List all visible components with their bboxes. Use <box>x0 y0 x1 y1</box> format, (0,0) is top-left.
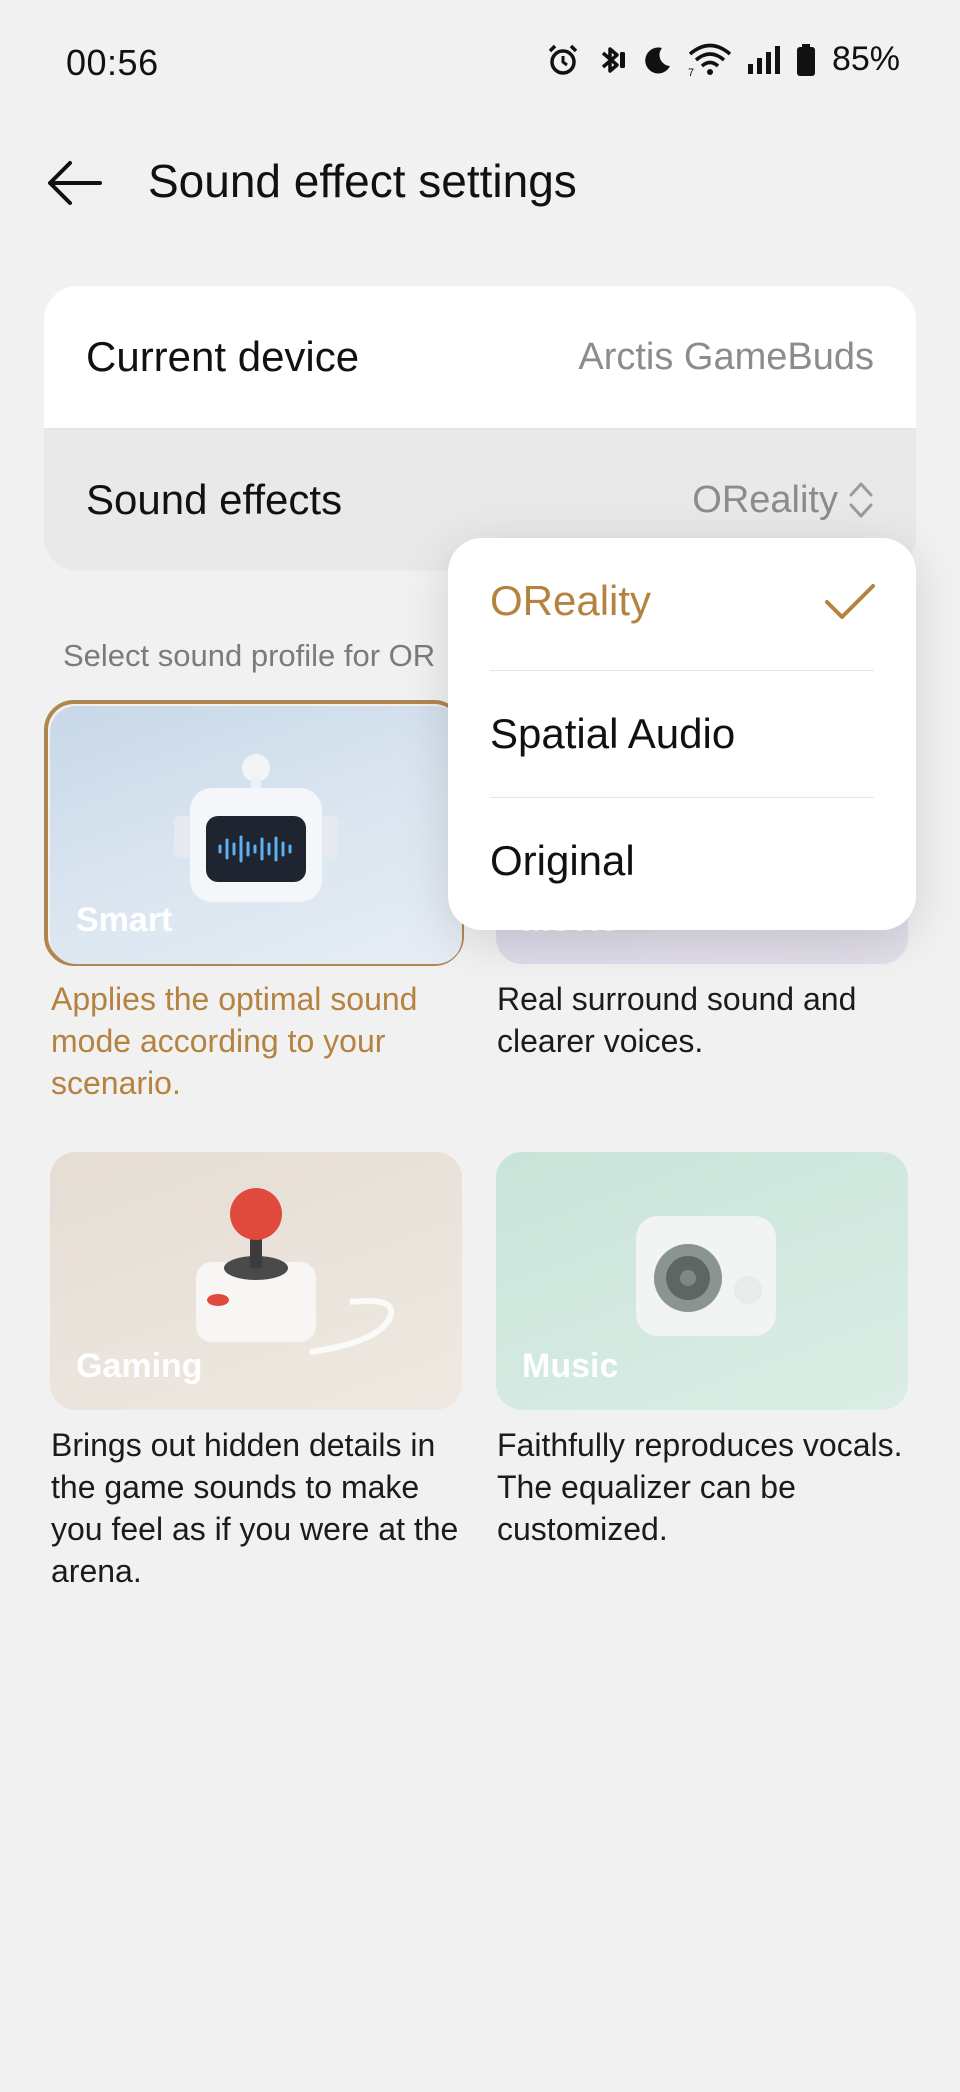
profile-description-movie: Real surround sound and clearer voices. <box>497 981 857 1059</box>
sound-effects-dropdown: OReality Spatial Audio Original <box>448 538 916 930</box>
do-not-disturb-icon <box>645 46 670 73</box>
bluetooth-icon <box>601 46 625 73</box>
profile-tile-smart[interactable]: Smart <box>50 706 462 964</box>
dropdown-option-label: Original <box>490 837 635 884</box>
status-icons: 7 85% <box>546 40 900 79</box>
profile-tile-gaming[interactable]: Gaming <box>50 1152 462 1410</box>
current-device-label: Current device <box>86 333 360 380</box>
dropdown-option-label: Spatial Audio <box>490 710 736 757</box>
battery-percent: 85% <box>831 40 900 78</box>
profile-label-gaming: Gaming <box>76 1347 203 1385</box>
chevron-up-down-icon <box>849 482 873 518</box>
app-header: Sound effect settings <box>0 140 960 240</box>
device-settings-card: Current device Arctis GameBuds Sound eff… <box>44 286 916 571</box>
checkmark-icon <box>825 584 875 619</box>
dropdown-option-original[interactable]: Original <box>448 798 916 924</box>
page-title: Sound effect settings <box>148 155 577 207</box>
current-device-row: Current device Arctis GameBuds <box>44 286 916 428</box>
status-time: 00:56 <box>66 42 159 83</box>
sound-effects-label: Sound effects <box>86 476 343 523</box>
section-hint: Select sound profile for OR <box>63 638 436 673</box>
sound-effects-selector[interactable]: OReality <box>692 479 874 522</box>
profile-description-music: Faithfully reproduces vocals. The equali… <box>497 1427 903 1547</box>
dropdown-option-oreality[interactable]: OReality <box>448 538 916 664</box>
sound-effects-value: OReality <box>692 478 838 521</box>
svg-text:7: 7 <box>688 67 694 77</box>
current-device-value: Arctis GameBuds <box>578 335 874 378</box>
profile-description-smart: Applies the optimal sound mode according… <box>51 981 418 1101</box>
profile-label-music: Music <box>522 1347 619 1385</box>
back-arrow-icon <box>48 161 102 205</box>
dropdown-option-label: OReality <box>490 577 652 624</box>
battery-icon <box>796 43 815 76</box>
status-bar: 00:56 7 85% <box>0 0 960 120</box>
signal-icon <box>747 45 780 74</box>
profile-label-smart: Smart <box>76 901 173 939</box>
profile-description-gaming: Brings out hidden details in the game so… <box>51 1427 459 1589</box>
dropdown-option-spatial-audio[interactable]: Spatial Audio <box>448 671 916 797</box>
back-button[interactable] <box>40 148 110 218</box>
profile-tile-music[interactable]: Music <box>496 1152 908 1410</box>
alarm-icon <box>548 44 578 75</box>
wifi-icon: 7 <box>688 43 732 77</box>
